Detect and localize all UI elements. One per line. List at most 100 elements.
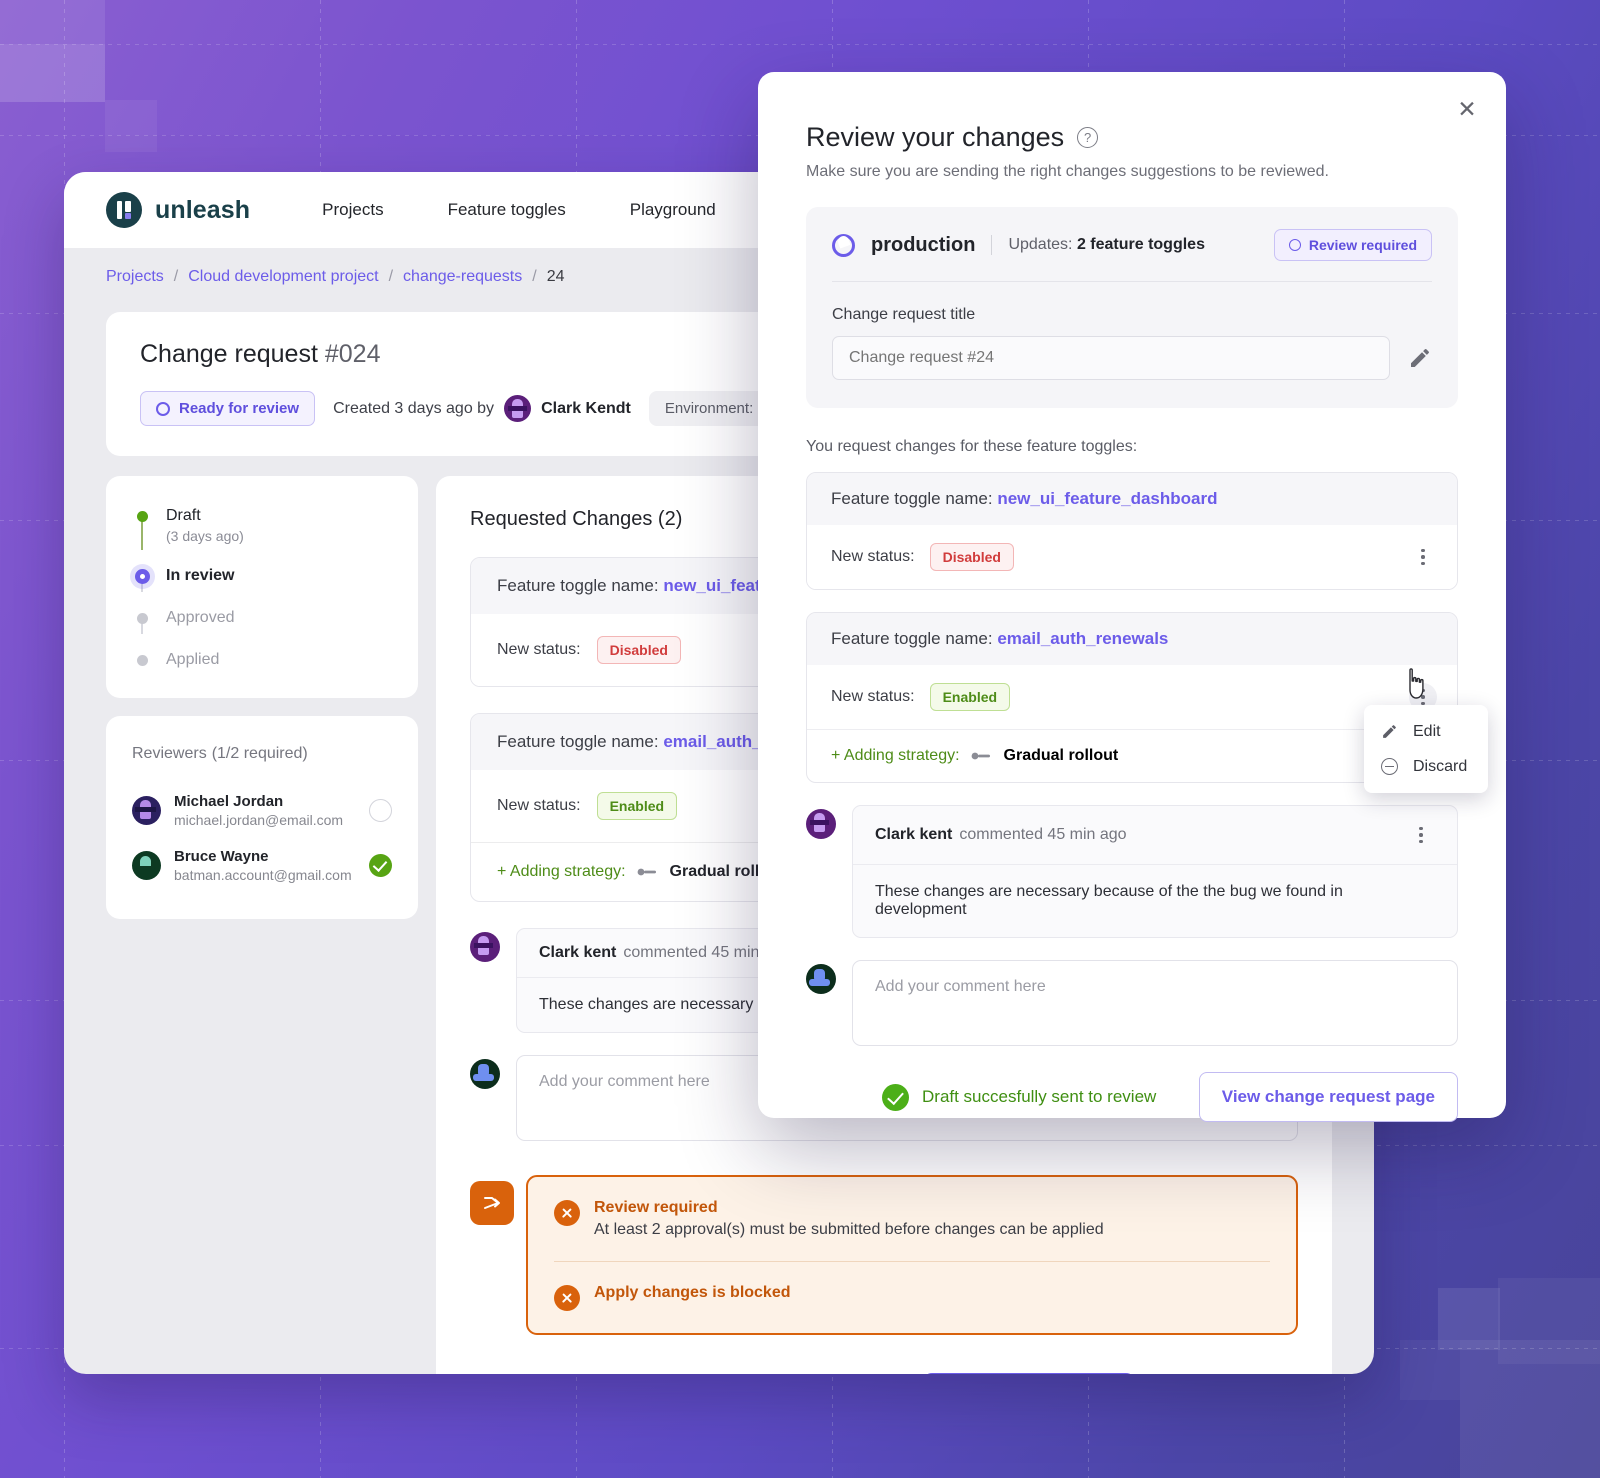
comment-author: Clark kent [539,944,617,961]
timeline-dot-done-icon [136,511,148,522]
toggle-name-value[interactable]: email_auth_renewals [997,629,1168,648]
review-required-badge: Review required [1273,229,1432,261]
modal-comments: Clark kent commented 45 min ago These ch… [806,805,1458,1046]
timeline-item-applied: Applied [134,650,390,670]
toggle-card-header: Feature toggle name: email_auth_renewals [807,613,1457,665]
menu-item-label: Discard [1413,757,1468,775]
author-name: Clark Kendt [541,399,631,417]
error-icon [554,1285,580,1311]
avatar [132,851,161,880]
environment-label: Environment: [664,400,754,417]
reviewer-name: Michael Jordan [174,793,284,810]
toggle-options-button[interactable] [1409,543,1437,571]
toggle-status-row: New status: Disabled [807,525,1457,589]
draft-status-label: Draft succesfully sent to review [922,1087,1157,1106]
status-badge[interactable]: Ready for review [140,391,316,426]
reviewer-name: Bruce Wayne [174,848,269,865]
reviewer-email: michael.jordan@email.com [174,812,344,828]
avatar [470,932,500,962]
reviewer-row: Bruce Wayne batman.account@gmail.com [132,838,392,893]
review-changes-button[interactable]: Review changes [923,1373,1135,1374]
alert-box: Review required At least 2 approval(s) m… [526,1175,1298,1335]
gradual-rollout-icon [971,751,993,761]
status-badge-label: Ready for review [179,400,300,417]
timeline-item-draft: Draft (3 days ago) [134,506,390,566]
reviewer-pending-icon [369,799,392,822]
nav-item-feature-toggles[interactable]: Feature toggles [448,200,566,220]
environment-header: production Updates: 2 feature toggles Re… [832,229,1432,282]
nav-item-projects[interactable]: Projects [322,200,383,220]
minus-circle-icon [1380,757,1399,776]
toggle-card: Feature toggle name: email_auth_renewals… [806,612,1458,783]
toggle-name-value[interactable]: email_auth_r [663,732,768,751]
timeline-label: Applied [166,651,220,668]
edit-pencil-icon[interactable] [1408,346,1432,370]
timeline-label: Draft [166,507,201,524]
production-environment-icon [832,233,855,257]
status-badge: Disabled [596,636,681,664]
reviewers-title-text: Reviewers [132,745,207,762]
breadcrumb-separator: / [173,268,179,285]
avatar [132,796,161,825]
avatar [470,1059,500,1089]
nav-item-playground[interactable]: Playground [630,200,716,220]
breadcrumb-project[interactable]: Cloud development project [188,268,378,286]
strategy-name: Gradual rollout [1003,747,1119,764]
review-changes-modal: ✕ Review your changes ? Make sure you ar… [758,72,1506,1122]
modal-title: Review your changes ? [806,122,1458,153]
comment-text: These changes are necessary because of t… [875,883,1343,918]
change-request-title-input[interactable] [832,336,1390,380]
left-column: Draft (3 days ago) In review Approved Ap… [106,476,418,919]
comment-block: Clark kent commented 45 min ago These ch… [806,805,1458,938]
adding-strategy-label: + Adding strategy: [831,747,960,764]
toggle-status-row: New status: Enabled [807,665,1457,729]
comment-author: Clark kent [875,826,953,843]
status-ring-icon [1288,239,1301,251]
breadcrumb-current: 24 [546,268,565,285]
toggle-name-label: Feature toggle name: [497,576,659,595]
comment-input[interactable]: Add your comment here [852,960,1458,1046]
alert-item: Apply changes is blocked [554,1261,1270,1333]
menu-item-edit[interactable]: Edit [1364,714,1488,749]
page-actions: Review changes Cancel changes [470,1373,1298,1374]
toggle-context-menu: Edit Discard [1364,705,1488,793]
environment-name: production [871,233,976,256]
menu-item-discard[interactable]: Discard [1364,749,1488,784]
timeline-item-approved: Approved [134,608,390,650]
reviewer-row: Michael Jordan michael.jordan@email.com [132,783,392,838]
timeline-dot-pending-icon [136,613,148,624]
updates-label: Updates: [1008,236,1073,253]
pencil-icon [1380,722,1399,741]
toggle-name-value[interactable]: new_ui_featu [663,576,771,595]
change-request-title-row [832,336,1432,380]
environment-panel: production Updates: 2 feature toggles Re… [806,207,1458,408]
breadcrumb-projects[interactable]: Projects [106,268,164,286]
reviewers-title: Reviewers (1/2 required) [132,742,392,763]
avatar [806,964,836,994]
new-status-label: New status: [497,797,581,814]
gradual-rollout-icon [637,867,659,877]
view-change-request-button[interactable]: View change request page [1198,1072,1458,1122]
modal-footer: Draft succesfully sent to review View ch… [806,1072,1458,1158]
status-ring-icon [156,401,170,416]
brand-logo[interactable]: unleash [106,192,250,228]
status-badge: Disabled [929,543,1014,571]
environment-updates: Updates: 2 feature toggles [1008,236,1205,254]
status-badge: Enabled [596,792,678,820]
help-icon[interactable]: ? [1077,127,1099,148]
menu-item-label: Edit [1413,722,1441,740]
reviewer-approved-icon [369,854,392,877]
breadcrumb-change-requests[interactable]: change-requests [403,268,522,286]
timeline-label: In review [166,567,235,584]
comment-options-button[interactable] [1407,821,1435,849]
unleash-logo-icon [106,192,142,228]
alert-title: Review required [594,1199,718,1216]
timeline-dot-active-icon [134,569,150,584]
comment-meta: commented 45 min ago [959,826,1127,843]
page-title-number: #024 [324,340,381,368]
alert-item: Review required At least 2 approval(s) m… [554,1177,1270,1261]
avatar [504,395,532,422]
error-icon [554,1200,580,1226]
close-icon[interactable]: ✕ [1452,94,1482,124]
toggle-name-value[interactable]: new_ui_feature_dashboard [997,489,1217,508]
